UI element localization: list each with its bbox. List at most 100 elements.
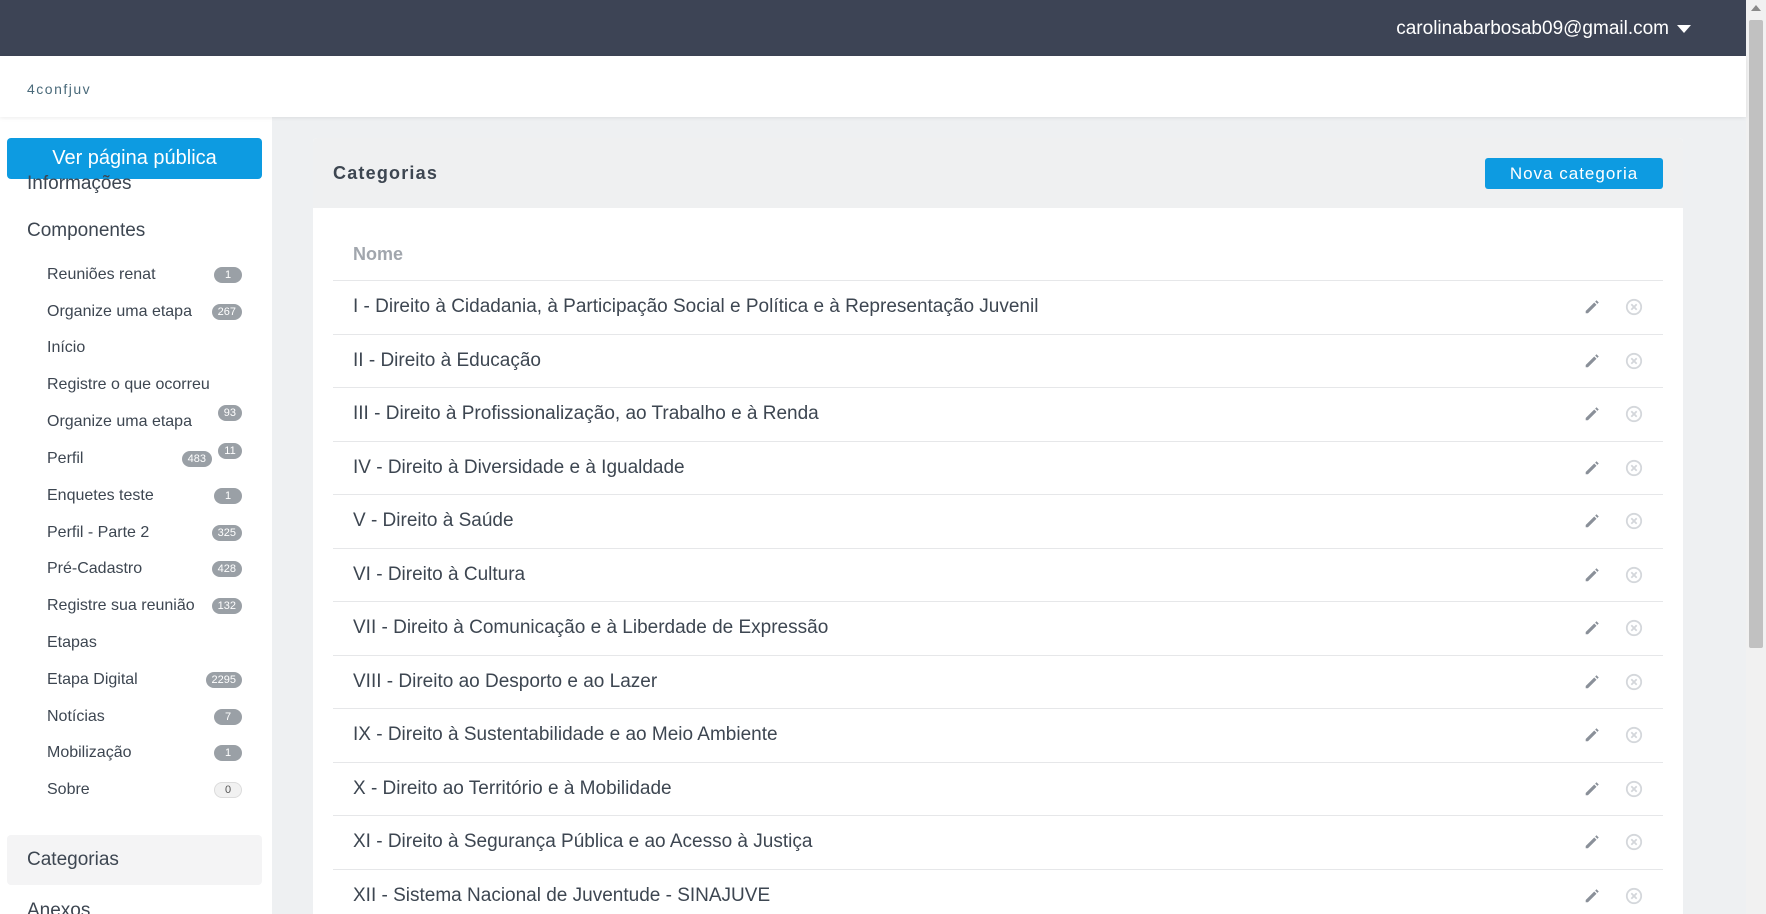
pencil-icon[interactable] — [1582, 351, 1602, 371]
sidebar-component-item[interactable]: Início — [47, 333, 242, 363]
pencil-icon[interactable] — [1582, 725, 1602, 745]
organization-name[interactable]: 4confjuv — [27, 81, 91, 97]
scroll-up-arrow-icon[interactable] — [1751, 5, 1761, 11]
categories-card: Categorias Nova categoria Nome I - Direi… — [313, 138, 1683, 914]
count-badge: 428 — [211, 561, 242, 577]
sidebar-component-item[interactable]: Etapa Digital 2295 — [47, 665, 242, 695]
scrollbar-thumb[interactable] — [1749, 20, 1763, 648]
table-row: II - Direito à Educação — [333, 335, 1663, 388]
vertical-scrollbar[interactable] — [1746, 0, 1766, 914]
sidebar-component-item[interactable]: Sobre 0 — [47, 775, 242, 805]
pencil-icon[interactable] — [1582, 618, 1602, 638]
component-label: Etapas — [47, 634, 97, 651]
pencil-icon[interactable] — [1582, 672, 1602, 692]
pencil-icon[interactable] — [1582, 404, 1602, 424]
sidebar-component-item[interactable]: Pré-Cadastro 428 — [47, 554, 242, 584]
pencil-icon[interactable] — [1582, 565, 1602, 585]
category-name: IX - Direito à Sustentabilidade e ao Mei… — [353, 724, 778, 746]
close-circle-icon[interactable] — [1624, 458, 1644, 478]
component-label: Perfil - Parte 2 — [47, 524, 150, 541]
close-circle-icon[interactable] — [1624, 618, 1644, 638]
pencil-icon[interactable] — [1582, 297, 1602, 317]
pencil-icon[interactable] — [1582, 886, 1602, 906]
count-badge: 267 — [211, 304, 242, 320]
category-name: III - Direito à Profissionalização, ao T… — [353, 403, 819, 425]
category-name: X - Direito ao Território e à Mobilidade — [353, 777, 672, 799]
component-label: Registre o que ocorreu — [47, 376, 210, 393]
table-row: I - Direito à Cidadania, à Participação … — [333, 281, 1663, 335]
sidebar-component-item[interactable]: Reuniões renat 1 — [47, 260, 242, 290]
component-label: Mobilização — [47, 744, 132, 761]
sidebar-component-item[interactable]: Registre sua reunião 132 — [47, 591, 242, 621]
table-row: VIII - Direito ao Desporto e ao Lazer — [333, 656, 1663, 709]
column-header-name: Nome — [333, 228, 1663, 281]
close-circle-icon[interactable] — [1624, 297, 1644, 317]
sidebar-item-componentes[interactable]: Componentes — [27, 220, 145, 242]
table-row: VII - Direito à Comunicação e à Liberdad… — [333, 602, 1663, 656]
close-circle-icon[interactable] — [1624, 565, 1644, 585]
component-label: Pré-Cadastro — [47, 560, 143, 577]
close-circle-icon[interactable] — [1624, 404, 1644, 424]
component-label: Organize uma etapa — [47, 303, 192, 320]
count-badge: 1 — [214, 745, 242, 761]
sidebar-component-item[interactable]: Etapas — [47, 628, 242, 658]
category-name: II - Direito à Educação — [353, 349, 541, 371]
count-badge: 132 — [211, 598, 242, 614]
close-circle-icon[interactable] — [1624, 725, 1644, 745]
sidebar-component-item[interactable]: Notícias 7 — [47, 702, 242, 732]
component-label: Sobre — [47, 781, 90, 798]
pencil-icon[interactable] — [1582, 779, 1602, 799]
sidebar-item-anexos[interactable]: Anexos — [27, 900, 90, 914]
component-label: Etapa Digital — [47, 671, 138, 688]
close-circle-icon[interactable] — [1624, 351, 1644, 371]
sidebar-component-item[interactable]: Enquetes teste 1 — [47, 481, 242, 511]
close-circle-icon[interactable] — [1624, 832, 1644, 852]
count-badge: 2295 — [205, 672, 242, 688]
category-name: VIII - Direito ao Desporto e ao Lazer — [353, 670, 658, 692]
sidebar-component-item[interactable]: Organize uma etapa 93 — [47, 405, 242, 437]
sidebar-component-item[interactable]: Perfil - Parte 2 325 — [47, 518, 242, 548]
component-label: Enquetes teste — [47, 487, 154, 504]
sidebar-item-categorias[interactable]: Categorias — [7, 835, 262, 885]
sidebar: Ver página pública Informações Component… — [0, 117, 272, 914]
component-label: Notícias — [47, 708, 105, 725]
table-row: VI - Direito à Cultura — [333, 549, 1663, 602]
organization-bar: 4confjuv — [0, 56, 1746, 117]
pencil-icon[interactable] — [1582, 458, 1602, 478]
close-circle-icon[interactable] — [1624, 779, 1644, 799]
table-row: XII - Sistema Nacional de Juventude - SI… — [333, 870, 1663, 914]
sidebar-component-item[interactable]: Organize uma etapa 267 — [47, 297, 242, 327]
new-category-button[interactable]: Nova categoria — [1485, 158, 1663, 189]
card-header: Categorias Nova categoria — [313, 138, 1683, 208]
count-badge: 1 — [214, 267, 242, 283]
close-circle-icon[interactable] — [1624, 672, 1644, 692]
count-badge: 0 — [214, 782, 242, 798]
table-row: X - Direito ao Território e à Mobilidade — [333, 763, 1663, 816]
close-circle-icon[interactable] — [1624, 511, 1644, 531]
table-row: V - Direito à Saúde — [333, 495, 1663, 549]
count-badge: 483 — [181, 451, 212, 467]
user-email[interactable]: carolinabarbosab09@gmail.com — [1396, 18, 1669, 40]
table-row: XI - Direito à Segurança Pública e ao Ac… — [333, 816, 1663, 870]
pencil-icon[interactable] — [1582, 832, 1602, 852]
category-name: I - Direito à Cidadania, à Participação … — [353, 296, 1039, 318]
user-menu[interactable]: carolinabarbosab09@gmail.com — [1396, 18, 1691, 40]
close-circle-icon[interactable] — [1624, 886, 1644, 906]
category-name: IV - Direito à Diversidade e à Igualdade — [353, 456, 685, 478]
sidebar-component-item[interactable]: Registre o que ocorreu — [47, 370, 242, 400]
sidebar-component-item[interactable]: Perfil 483 11 — [47, 443, 242, 474]
sidebar-component-item[interactable]: Mobilização 1 — [47, 738, 242, 768]
top-navbar: carolinabarbosab09@gmail.com — [0, 0, 1746, 56]
table-row: IV - Direito à Diversidade e à Igualdade — [333, 442, 1663, 495]
count-badge: 93 — [217, 405, 242, 421]
sidebar-item-informacoes[interactable]: Informações — [27, 173, 132, 195]
pencil-icon[interactable] — [1582, 511, 1602, 531]
category-name: VI - Direito à Cultura — [353, 563, 526, 585]
category-name: V - Direito à Saúde — [353, 510, 514, 532]
count-badge: 11 — [218, 443, 242, 459]
caret-down-icon[interactable] — [1677, 25, 1691, 33]
count-badge: 325 — [211, 525, 242, 541]
count-badge: 1 — [214, 488, 242, 504]
page-title: Categorias — [333, 163, 439, 183]
categories-table: Nome I - Direito à Cidadania, à Particip… — [333, 228, 1663, 914]
